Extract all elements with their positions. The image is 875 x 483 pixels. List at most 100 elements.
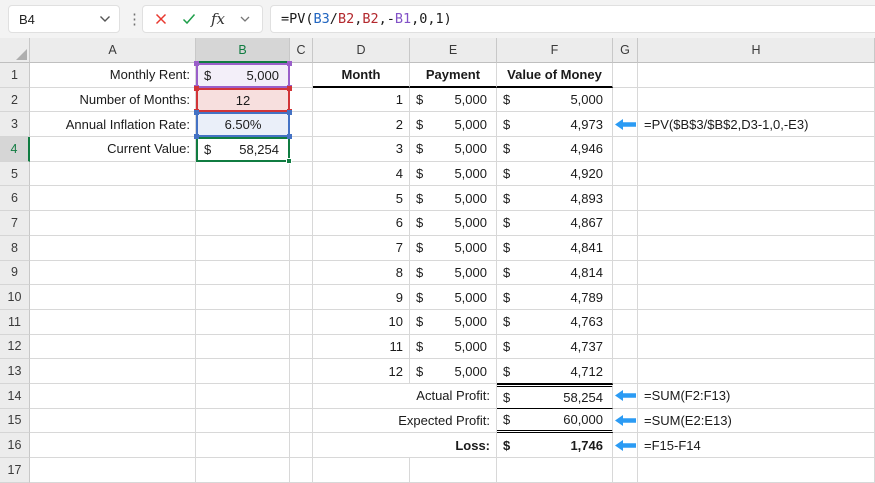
cell-F4[interactable]: $4,946 [497, 137, 613, 162]
cell-G15[interactable] [613, 408, 638, 434]
cell-C2[interactable] [290, 87, 313, 113]
cell-H9[interactable] [638, 260, 875, 286]
cell-B16[interactable] [196, 433, 290, 458]
cell-F17[interactable] [497, 458, 613, 483]
range-corner-handle[interactable] [287, 110, 292, 116]
more-options-icon[interactable]: ⋮ [127, 12, 142, 27]
cell-H16[interactable]: =F15-F14 [638, 433, 875, 458]
cell-G17[interactable] [613, 458, 638, 483]
row-header-12[interactable]: 12 [0, 334, 30, 360]
cell-B10[interactable] [196, 285, 290, 310]
cell-F10[interactable]: $4,789 [497, 285, 613, 310]
cell-E1[interactable]: Payment [410, 63, 497, 88]
chevron-down-icon[interactable] [99, 15, 111, 23]
column-header-B[interactable]: B [196, 38, 290, 63]
cell-D12[interactable]: 11 [313, 334, 410, 360]
cell-D4[interactable]: 3 [313, 137, 410, 162]
row-header-15[interactable]: 15 [0, 408, 30, 434]
cell-A13[interactable] [30, 359, 196, 384]
cell-G5[interactable] [613, 161, 638, 187]
cell-F16[interactable]: $1,746 [497, 433, 613, 458]
cell-H14[interactable]: =SUM(F2:F13) [638, 383, 875, 409]
cell-A12[interactable] [30, 334, 196, 360]
cell-H13[interactable] [638, 359, 875, 384]
row-header-17[interactable]: 17 [0, 458, 30, 483]
cell-G4[interactable] [613, 137, 638, 162]
row-header-1[interactable]: 1 [0, 63, 30, 88]
cell-G13[interactable] [613, 359, 638, 384]
cell-D8[interactable]: 7 [313, 235, 410, 261]
cell-D6[interactable]: 5 [313, 186, 410, 212]
cell-A17[interactable] [30, 458, 196, 483]
cell-B7[interactable] [196, 211, 290, 236]
cell-B3[interactable]: 6.50% [194, 110, 292, 140]
cell-B5[interactable] [196, 161, 290, 187]
cell-F8[interactable]: $4,841 [497, 235, 613, 261]
cell-A16[interactable] [30, 433, 196, 458]
cell-F13[interactable]: $4,712 [497, 359, 613, 384]
cell-A4[interactable]: Current Value: [30, 137, 196, 162]
cell-C10[interactable] [290, 285, 313, 310]
cell-C17[interactable] [290, 458, 313, 483]
fill-handle[interactable] [286, 157, 292, 164]
cell-G7[interactable] [613, 211, 638, 236]
cell-D2[interactable]: 1 [313, 87, 410, 113]
cell-E9[interactable]: $5,000 [410, 260, 497, 286]
column-header-D[interactable]: D [313, 38, 410, 63]
cell-F7[interactable]: $4,867 [497, 211, 613, 236]
cell-F12[interactable]: $4,737 [497, 334, 613, 360]
cell-F11[interactable]: $4,763 [497, 309, 613, 335]
cell-D9[interactable]: 8 [313, 260, 410, 286]
cell-E6[interactable]: $5,000 [410, 186, 497, 212]
column-header-A[interactable]: A [30, 38, 196, 63]
cell-A9[interactable] [30, 260, 196, 286]
cell-D10[interactable]: 9 [313, 285, 410, 310]
column-header-G[interactable]: G [613, 38, 638, 63]
cell-B14[interactable] [196, 383, 290, 409]
cell-C7[interactable] [290, 211, 313, 236]
row-header-13[interactable]: 13 [0, 359, 30, 384]
row-header-10[interactable]: 10 [0, 285, 30, 310]
row-header-16[interactable]: 16 [0, 433, 30, 458]
cell-H5[interactable] [638, 161, 875, 187]
range-corner-handle[interactable] [194, 110, 199, 116]
cell-D5[interactable]: 4 [313, 161, 410, 187]
cell-G12[interactable] [613, 334, 638, 360]
row-header-11[interactable]: 11 [0, 309, 30, 335]
cell-B12[interactable] [196, 334, 290, 360]
enter-icon[interactable] [182, 13, 196, 25]
cell-E17[interactable] [410, 458, 497, 483]
cell-G3[interactable] [613, 112, 638, 138]
cell-C9[interactable] [290, 260, 313, 286]
cell-F14[interactable]: $58,254 [497, 383, 613, 409]
cell-F2[interactable]: $5,000 [497, 87, 613, 113]
range-corner-handle[interactable] [194, 61, 199, 66]
column-header-H[interactable]: H [638, 38, 875, 63]
cell-H8[interactable] [638, 235, 875, 261]
cell-B11[interactable] [196, 309, 290, 335]
cell-G10[interactable] [613, 285, 638, 310]
cell-D11[interactable]: 10 [313, 309, 410, 335]
select-all-button[interactable] [0, 38, 30, 63]
row-header-14[interactable]: 14 [0, 383, 30, 409]
cell-E8[interactable]: $5,000 [410, 235, 497, 261]
formula-input[interactable]: =PV(B3/B2,B2,-B1,0,1) [270, 5, 875, 33]
cell-B1[interactable]: $5,000 [194, 61, 292, 90]
cell-D3[interactable]: 2 [313, 112, 410, 138]
cell-H11[interactable] [638, 309, 875, 335]
cell-H17[interactable] [638, 458, 875, 483]
cell-E5[interactable]: $5,000 [410, 161, 497, 187]
cell-A10[interactable] [30, 285, 196, 310]
cell-F9[interactable]: $4,814 [497, 260, 613, 286]
cell-C16[interactable] [290, 433, 313, 458]
cell-B9[interactable] [196, 260, 290, 286]
cell-D15-E15[interactable]: Expected Profit: [313, 408, 497, 434]
cell-C14[interactable] [290, 383, 313, 409]
cell-A2[interactable]: Number of Months: [30, 87, 196, 113]
cell-E11[interactable]: $5,000 [410, 309, 497, 335]
cell-A5[interactable] [30, 161, 196, 187]
cell-D7[interactable]: 6 [313, 211, 410, 236]
cell-D1[interactable]: Month [313, 63, 410, 88]
cell-C11[interactable] [290, 309, 313, 335]
range-corner-handle[interactable] [194, 134, 199, 140]
